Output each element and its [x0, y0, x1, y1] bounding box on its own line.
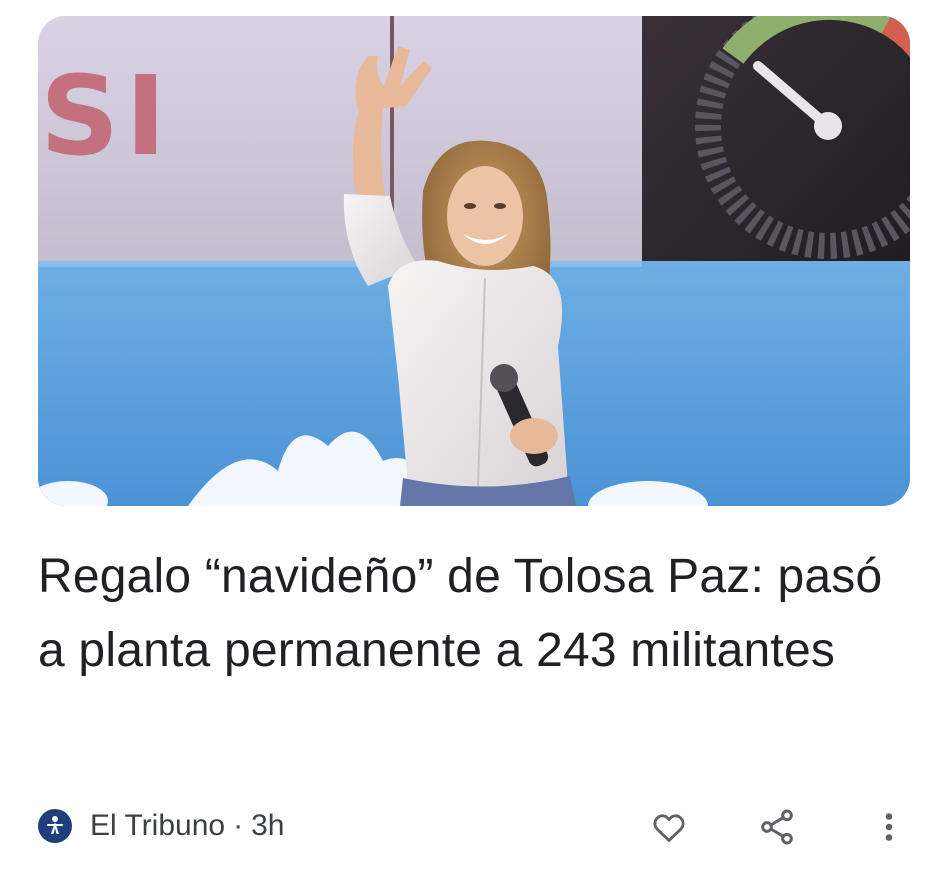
- more-vert-icon: [885, 813, 893, 841]
- meta-separator: ·: [233, 809, 244, 842]
- article-headline[interactable]: Regalo “navideño” de Tolosa Paz: pasó a …: [38, 540, 918, 688]
- share-button[interactable]: [754, 804, 800, 850]
- source-name[interactable]: El Tribuno: [90, 809, 225, 843]
- like-button[interactable]: [646, 804, 692, 850]
- news-card[interactable]: SI Regalo “navideño” de Tolosa Paz: pasó…: [0, 0, 947, 876]
- source-logo-icon: [38, 809, 72, 843]
- heart-outline-icon: [653, 814, 685, 842]
- article-age: 3h: [251, 809, 285, 842]
- more-options-button[interactable]: [866, 804, 912, 850]
- article-photo: SI: [38, 16, 910, 506]
- sign-text: SI: [40, 52, 172, 180]
- share-icon: [761, 809, 793, 845]
- article-image[interactable]: SI: [38, 16, 910, 506]
- article-meta: El Tribuno · 3h: [38, 804, 284, 848]
